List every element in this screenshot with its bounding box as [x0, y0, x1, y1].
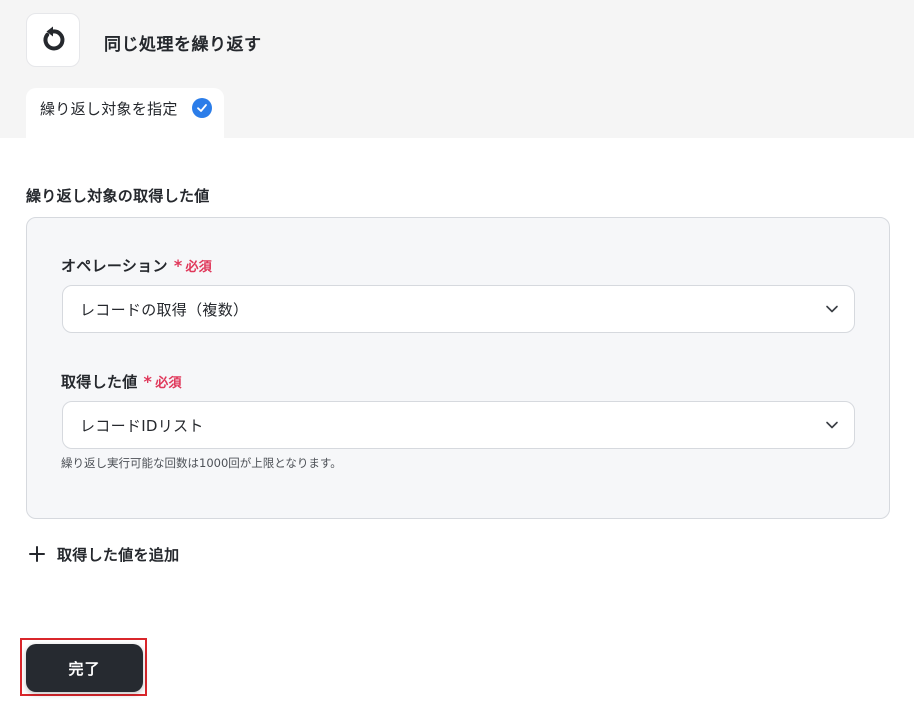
page: 同じ処理を繰り返す 繰り返し対象を指定 繰り返し対象の取得した値 オペレーション…	[0, 0, 914, 720]
required-label: 必須	[185, 260, 213, 275]
header-area: 同じ処理を繰り返す 繰り返し対象を指定	[0, 0, 914, 138]
limit-helper-text: 繰り返し実行可能な回数は1000回が上限となります。	[61, 456, 342, 470]
acquired-value-select[interactable]: レコードIDリスト	[62, 401, 855, 449]
required-mark: *	[173, 256, 183, 275]
check-circle-icon	[192, 98, 212, 118]
required-label: 必須	[155, 376, 182, 391]
operation-label-text: オペレーション	[61, 257, 168, 275]
section-title: 繰り返し対象の取得した値	[26, 187, 210, 205]
app-icon	[26, 13, 80, 67]
chevron-down-icon	[826, 305, 838, 313]
plus-icon	[29, 546, 45, 562]
required-mark: *	[143, 372, 153, 391]
page-title: 同じ処理を繰り返す	[104, 35, 262, 55]
tab-label: 繰り返し対象を指定	[40, 100, 178, 118]
required-badge: * 必須	[174, 256, 213, 275]
acquired-value-label-text: 取得した値	[61, 373, 138, 391]
operation-label: オペレーション * 必須	[61, 255, 212, 276]
acquired-value-label: 取得した値 * 必須	[61, 371, 182, 392]
chevron-down-icon	[826, 421, 838, 429]
tab-repeat-target[interactable]: 繰り返し対象を指定	[26, 88, 224, 138]
operation-select[interactable]: レコードの取得（複数）	[62, 285, 855, 333]
required-badge: * 必須	[144, 372, 182, 391]
acquired-value-select-value: レコードIDリスト	[80, 417, 204, 435]
repeat-target-card: オペレーション * 必須 レコードの取得（複数） 取得した値 * 必須 レコードIDリス…	[26, 217, 890, 519]
done-button[interactable]: 完了	[26, 644, 143, 692]
operation-select-value: レコードの取得（複数）	[80, 301, 249, 319]
add-acquired-value-label: 取得した値を追加	[57, 545, 180, 564]
refresh-loop-icon	[43, 26, 65, 51]
add-acquired-value-button[interactable]: 取得した値を追加	[28, 542, 179, 566]
